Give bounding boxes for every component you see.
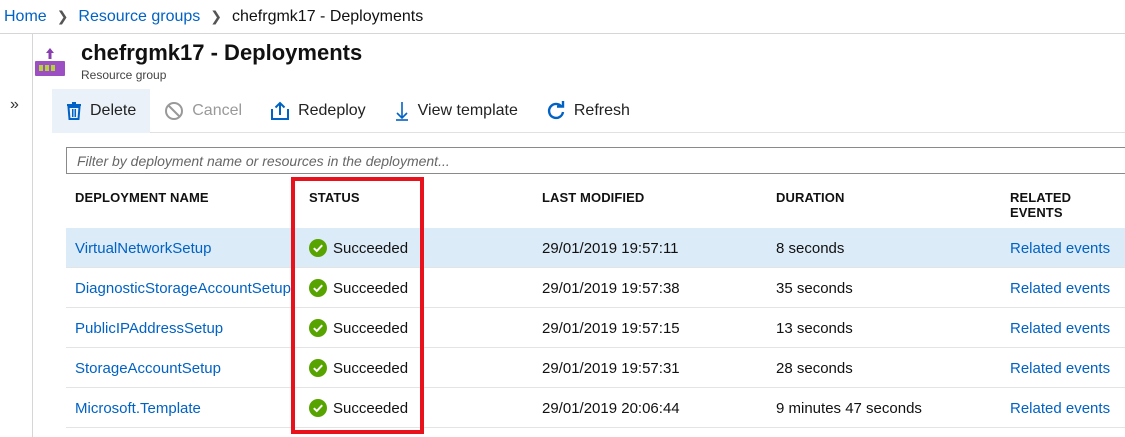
success-check-icon bbox=[309, 279, 327, 297]
deployment-name-link[interactable]: DiagnosticStorageAccountSetup bbox=[75, 268, 291, 308]
delete-button[interactable]: Delete bbox=[52, 88, 151, 133]
breadcrumb: Home ❯ Resource groups ❯ chefrgmk17 - De… bbox=[0, 0, 1125, 33]
status-badge: Succeeded bbox=[309, 268, 408, 308]
download-arrow-icon bbox=[395, 101, 408, 121]
table-row[interactable]: VirtualNetworkSetup Succeeded 29/01/2019 1… bbox=[66, 228, 1125, 268]
column-header-duration[interactable]: DURATION bbox=[776, 190, 844, 205]
page-subtitle: Resource group bbox=[81, 68, 167, 82]
status-text: Succeeded bbox=[333, 319, 409, 337]
divider bbox=[0, 33, 1125, 34]
status-badge: Succeeded bbox=[309, 348, 408, 388]
duration-cell: 9 minutes 47 seconds bbox=[776, 399, 922, 417]
success-check-icon bbox=[309, 239, 327, 257]
deployment-name-link[interactable]: VirtualNetworkSetup bbox=[75, 228, 211, 268]
chevron-right-icon: ❯ bbox=[56, 8, 69, 24]
trash-icon bbox=[67, 101, 81, 120]
cancel-icon bbox=[165, 101, 184, 120]
status-text: Succeeded bbox=[333, 399, 409, 417]
divider bbox=[32, 34, 33, 437]
cancel-label: Cancel bbox=[192, 101, 243, 119]
cancel-button[interactable]: Cancel bbox=[150, 89, 256, 133]
duration-cell: 13 seconds bbox=[776, 319, 853, 337]
redeploy-button[interactable]: Redeploy bbox=[256, 89, 380, 133]
success-check-icon bbox=[309, 359, 327, 377]
related-events-link[interactable]: Related events bbox=[1010, 228, 1110, 268]
column-header-status[interactable]: STATUS bbox=[309, 190, 360, 205]
double-chevron-right-icon[interactable]: » bbox=[10, 96, 19, 114]
status-badge: Succeeded bbox=[309, 308, 408, 348]
status-text: Succeeded bbox=[333, 359, 409, 377]
chevron-right-icon: ❯ bbox=[210, 8, 222, 24]
related-events-link[interactable]: Related events bbox=[1010, 308, 1110, 348]
column-header-last-modified[interactable]: LAST MODIFIED bbox=[542, 190, 644, 205]
breadcrumb-resource-groups[interactable]: Resource groups bbox=[78, 8, 200, 26]
delete-label: Delete bbox=[90, 101, 137, 119]
deployment-name-link[interactable]: StorageAccountSetup bbox=[75, 348, 221, 388]
resource-group-icon bbox=[32, 44, 68, 80]
refresh-label: Refresh bbox=[573, 101, 630, 119]
column-header-name[interactable]: DEPLOYMENT NAME bbox=[75, 190, 209, 205]
column-header-related-events[interactable]: RELATED EVENTS bbox=[1010, 190, 1125, 220]
last-modified-cell: 29/01/2019 19:57:11 bbox=[542, 239, 679, 257]
status-badge: Succeeded bbox=[309, 388, 408, 428]
refresh-icon bbox=[547, 100, 565, 119]
status-text: Succeeded bbox=[333, 239, 409, 257]
filter-placeholder: Filter by deployment name or resources i… bbox=[77, 152, 450, 169]
upload-icon bbox=[271, 101, 290, 120]
page-title: chefrgmk17 - Deployments bbox=[81, 40, 363, 65]
view-template-label: View template bbox=[417, 101, 518, 119]
last-modified-cell: 29/01/2019 20:06:44 bbox=[542, 399, 680, 417]
table-row[interactable]: StorageAccountSetup Succeeded 29/01/2019 1… bbox=[66, 348, 1125, 388]
breadcrumb-current: chefrgmk17 - Deployments bbox=[232, 7, 424, 25]
deployment-name-link[interactable]: PublicIPAddressSetup bbox=[75, 308, 223, 348]
status-text: Succeeded bbox=[333, 279, 409, 297]
redeploy-label: Redeploy bbox=[298, 101, 366, 119]
filter-input[interactable]: Filter by deployment name or resources i… bbox=[66, 147, 1125, 174]
success-check-icon bbox=[309, 399, 327, 417]
deployment-name-link[interactable]: Microsoft.Template bbox=[75, 388, 201, 428]
breadcrumb-home[interactable]: Home bbox=[4, 8, 47, 26]
refresh-button[interactable]: Refresh bbox=[532, 89, 644, 133]
view-template-button[interactable]: View template bbox=[380, 89, 532, 133]
last-modified-cell: 29/01/2019 19:57:31 bbox=[542, 359, 680, 377]
last-modified-cell: 29/01/2019 19:57:38 bbox=[542, 279, 680, 297]
command-bar: Delete Cancel Redeploy View template Ref… bbox=[52, 88, 1125, 133]
status-badge: Succeeded bbox=[309, 228, 408, 268]
table-row[interactable]: Microsoft.Template Succeeded 29/01/2019 20… bbox=[66, 388, 1125, 428]
duration-cell: 28 seconds bbox=[776, 359, 853, 377]
related-events-link[interactable]: Related events bbox=[1010, 268, 1110, 308]
related-events-link[interactable]: Related events bbox=[1010, 388, 1110, 428]
related-events-link[interactable]: Related events bbox=[1010, 348, 1110, 388]
success-check-icon bbox=[309, 319, 327, 337]
duration-cell: 8 seconds bbox=[776, 239, 845, 257]
duration-cell: 35 seconds bbox=[776, 279, 853, 297]
table-row[interactable]: DiagnosticStorageAccountSetup Succeeded 29… bbox=[66, 268, 1125, 308]
last-modified-cell: 29/01/2019 19:57:15 bbox=[542, 319, 680, 337]
table-row[interactable]: PublicIPAddressSetup Succeeded 29/01/2019 … bbox=[66, 308, 1125, 348]
